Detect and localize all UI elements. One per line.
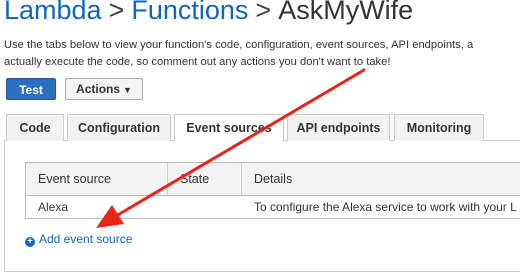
arrow-shaft [114, 68, 366, 218]
arrow-head [96, 205, 124, 228]
annotation-arrow [96, 68, 366, 228]
